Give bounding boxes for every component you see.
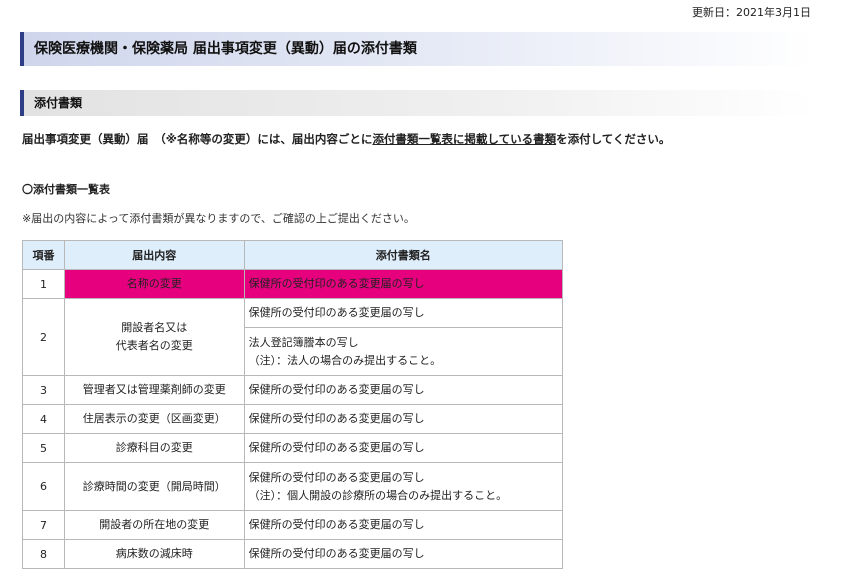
row-number: 2 [22, 298, 65, 376]
row-document-line: 法人登記簿謄本の写し [248, 335, 359, 349]
row-content-line: 開設者名又は [121, 321, 188, 334]
table-row: 3 管理者又は管理薬剤師の変更 保健所の受付印のある変更届の写し [22, 375, 564, 405]
document-list-link[interactable]: 添付書類一覧表に掲載している書類 [372, 132, 556, 146]
table-row: 4 住居表示の変更（区画変更） 保健所の受付印のある変更届の写し [22, 404, 564, 434]
section-title: 添付書類 [20, 90, 815, 116]
row-content: 診療科目の変更 [63, 433, 245, 463]
intro-text: 届出事項変更（異動）届 （※名称等の変更）には、届出内容ごとに添付書類一覧表に掲… [22, 131, 670, 147]
row-number: 6 [22, 462, 65, 511]
row-document: 保健所の受付印のある変更届の写し [243, 269, 564, 299]
table-row: 5 診療科目の変更 保健所の受付印のある変更届の写し [22, 433, 564, 463]
header-docs: 添付書類名 [243, 240, 564, 270]
row-number: 8 [22, 539, 65, 569]
page-title: 保険医療機関・保険薬局 届出事項変更（異動）届の添付書類 [20, 32, 815, 66]
table-row: 1 名称の変更 保健所の受付印のある変更届の写し [22, 269, 564, 299]
row-document: 保健所の受付印のある変更届の写し [243, 404, 564, 434]
row-document: 保健所の受付印のある変更届の写し [243, 298, 564, 328]
note-text: ※届出の内容によって添付書類が異なりますので、ご確認の上ご提出ください。 [22, 212, 415, 225]
table-row: 6 診療時間の変更（開局時間） 保健所の受付印のある変更届の写し （注）：個人開… [22, 462, 564, 511]
row-number: 7 [22, 510, 65, 540]
row-number: 4 [22, 404, 65, 434]
row-content: 名称の変更 [63, 269, 245, 299]
row-document: 保健所の受付印のある変更届の写し [243, 539, 564, 569]
row-content: 病床数の減床時 [63, 539, 245, 569]
row-content: 開設者の所在地の変更 [63, 510, 245, 540]
updated-date: 更新日：2021年3月1日 [692, 6, 811, 19]
row-document: 法人登記簿謄本の写し （注）：法人の場合のみ提出すること。 [243, 327, 564, 376]
list-heading: 〇添付書類一覧表 [22, 183, 110, 196]
header-content: 届出内容 [63, 240, 245, 270]
row-number: 1 [22, 269, 65, 299]
header-no: 項番 [22, 240, 65, 270]
row-content: 管理者又は管理薬剤師の変更 [63, 375, 245, 405]
row-document: 保健所の受付印のある変更届の写し [243, 375, 564, 405]
row-number: 5 [22, 433, 65, 463]
table-header-row: 項番 届出内容 添付書類名 [22, 240, 564, 270]
table-row: 8 病床数の減床時 保健所の受付印のある変更届の写し [22, 539, 564, 569]
intro-after: を添付してください。 [556, 132, 671, 146]
row-document: 保健所の受付印のある変更届の写し （注）：個人開設の診療所の場合のみ提出すること… [243, 462, 564, 511]
row-document-note: （注）：個人開設の診療所の場合のみ提出すること。 [248, 488, 508, 502]
row-content-line: 代表者名の変更 [115, 339, 193, 352]
intro-before: 届出事項変更（異動）届 （※名称等の変更）には、届出内容ごとに [22, 132, 373, 146]
row-content: 開設者名又は 代表者名の変更 [63, 298, 245, 376]
row-number: 3 [22, 375, 65, 405]
row-document: 保健所の受付印のある変更届の写し [243, 510, 564, 540]
table-row: 2 開設者名又は 代表者名の変更 保健所の受付印のある変更届の写し [22, 298, 564, 376]
attachment-table: 項番 届出内容 添付書類名 1 名称の変更 保健所の受付印のある変更届の写し 2… [22, 240, 564, 569]
row-document-line: 保健所の受付印のある変更届の写し [248, 470, 425, 484]
row-content: 住居表示の変更（区画変更） [63, 404, 245, 434]
table-row: 7 開設者の所在地の変更 保健所の受付印のある変更届の写し [22, 510, 564, 540]
row-document: 保健所の受付印のある変更届の写し [243, 433, 564, 463]
row-content: 診療時間の変更（開局時間） [63, 462, 245, 511]
row-document-note: （注）：法人の場合のみ提出すること。 [248, 353, 442, 367]
